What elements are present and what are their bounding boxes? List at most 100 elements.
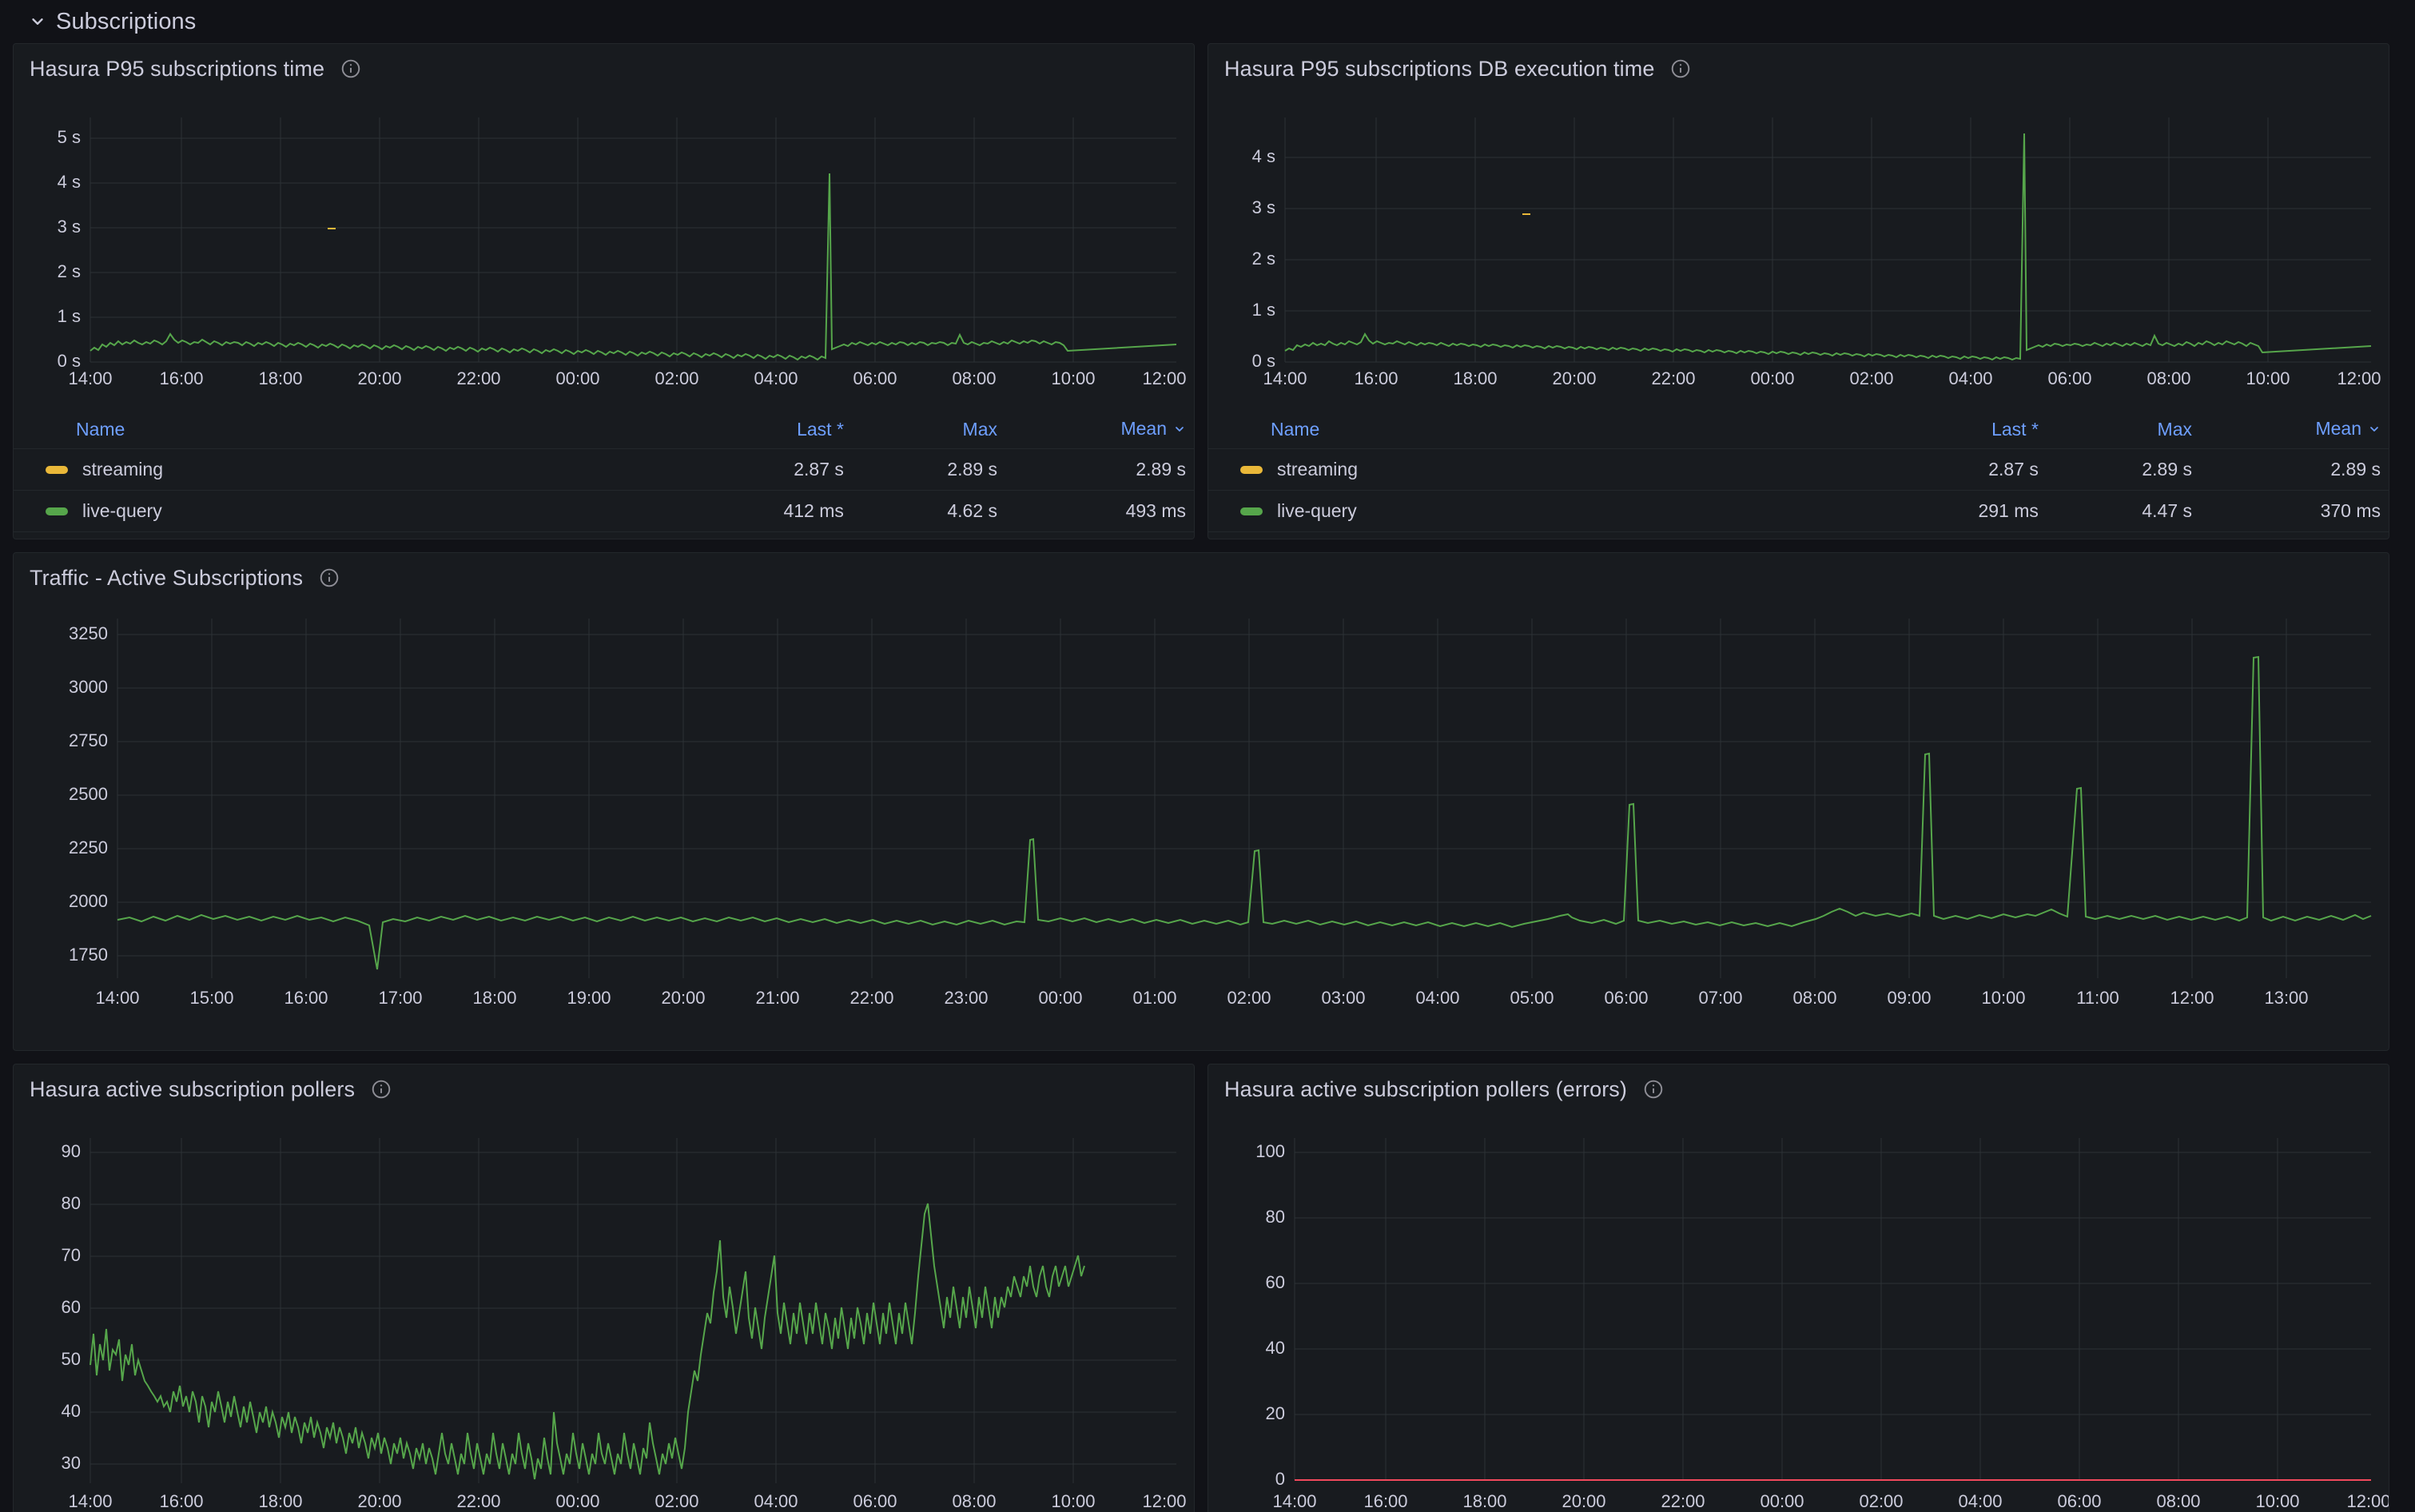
legend-value-max: 2.89 s — [2046, 448, 2200, 491]
svg-text:16:00: 16:00 — [159, 1491, 203, 1511]
x-axis-labels: 14:00 16:00 18:00 20:00 22:00 00:00 02:0… — [68, 1491, 1186, 1511]
svg-text:09:00: 09:00 — [1887, 988, 1931, 1008]
svg-text:18:00: 18:00 — [258, 368, 302, 388]
svg-text:06:00: 06:00 — [853, 368, 897, 388]
legend-series-name-cell[interactable]: live-query — [1208, 490, 1870, 533]
chart-active-subscription-pollers-errors[interactable]: 100 80 60 40 20 0 14:00 16:00 18:00 20:0… — [1208, 1114, 2389, 1512]
svg-text:70: 70 — [62, 1245, 81, 1265]
legend-value-last: 412 ms — [674, 490, 852, 533]
svg-text:23:00: 23:00 — [944, 988, 988, 1008]
chevron-down-icon — [2368, 419, 2381, 440]
svg-text:12:00: 12:00 — [1142, 368, 1186, 388]
svg-text:08:00: 08:00 — [952, 368, 996, 388]
legend-series-name-cell[interactable]: streaming — [14, 448, 675, 491]
svg-text:00:00: 00:00 — [1750, 368, 1794, 388]
gridlines — [90, 1138, 1176, 1484]
svg-text:20:00: 20:00 — [357, 368, 401, 388]
legend-value-mean: 370 ms — [2200, 490, 2389, 533]
legend-col-mean[interactable]: Mean — [1005, 413, 1194, 449]
panel-row-3: Hasura active subscription pollers 90 80… — [13, 1064, 2402, 1512]
legend-value-max: 4.62 s — [851, 490, 1005, 533]
chart-active-subscription-pollers[interactable]: 90 80 70 60 50 40 30 14:00 16:00 18:00 2… — [14, 1114, 1194, 1512]
panel-active-subscription-pollers-errors: Hasura active subscription pollers (erro… — [1208, 1064, 2389, 1512]
chevron-down-icon[interactable] — [29, 13, 46, 30]
svg-text:1 s: 1 s — [1252, 300, 1275, 320]
panel-title: Traffic - Active Subscriptions — [30, 565, 304, 590]
table-row[interactable]: streaming 2.87 s 2.89 s 2.89 s — [1208, 448, 2389, 491]
table-row[interactable]: live-query 412 ms 4.62 s 493 ms — [14, 490, 1194, 533]
info-circle-icon[interactable] — [1670, 58, 1691, 79]
legend-col-name[interactable]: Name — [14, 413, 674, 449]
legend-series-name-cell[interactable]: live-query — [14, 490, 675, 533]
series-color-swatch — [46, 507, 68, 515]
svg-text:16:00: 16:00 — [1354, 368, 1398, 388]
svg-text:08:00: 08:00 — [952, 1491, 996, 1511]
legend-col-name[interactable]: Name — [1208, 413, 1869, 449]
svg-text:3 s: 3 s — [58, 217, 81, 237]
legend-col-mean[interactable]: Mean — [2200, 413, 2389, 449]
y-axis-labels: 100 80 60 40 20 0 — [1255, 1141, 1285, 1489]
svg-text:4 s: 4 s — [1252, 146, 1275, 166]
legend-value-mean: 493 ms — [1005, 490, 1194, 533]
x-axis-labels: 14:00 15:00 16:00 17:00 18:00 19:00 20:0… — [95, 988, 2308, 1008]
svg-text:80: 80 — [62, 1193, 81, 1213]
y-axis-labels: 5 s 4 s 3 s 2 s 1 s 0 s — [58, 127, 81, 371]
svg-text:03:00: 03:00 — [1321, 988, 1365, 1008]
svg-text:21:00: 21:00 — [755, 988, 799, 1008]
svg-text:13:00: 13:00 — [2264, 988, 2308, 1008]
chart-svg: 90 80 70 60 50 40 30 14:00 16:00 18:00 2… — [62, 1138, 1187, 1511]
panel-title: Hasura P95 subscriptions time — [30, 56, 325, 81]
info-circle-icon[interactable] — [340, 58, 361, 79]
svg-text:22:00: 22:00 — [456, 368, 500, 388]
x-axis-labels: 14:00 16:00 18:00 20:00 22:00 00:00 02:0… — [1263, 368, 2381, 388]
info-circle-icon[interactable] — [371, 1079, 392, 1100]
svg-text:02:00: 02:00 — [654, 368, 698, 388]
svg-text:17:00: 17:00 — [378, 988, 422, 1008]
svg-text:60: 60 — [1266, 1272, 1285, 1292]
series-active-subscriptions — [117, 657, 2371, 969]
svg-text:02:00: 02:00 — [1859, 1491, 1903, 1511]
legend-value-last: 2.87 s — [1869, 448, 2047, 491]
row-header-subscriptions[interactable]: Subscriptions — [13, 0, 2402, 43]
panel-traffic-active-subscriptions: Traffic - Active Subscriptions 3250 3000… — [13, 552, 2389, 1052]
legend-series-name-cell[interactable]: streaming — [1208, 448, 1870, 491]
panel-title: Hasura P95 subscriptions DB execution ti… — [1224, 56, 1655, 81]
svg-text:80: 80 — [1266, 1207, 1285, 1227]
y-axis-labels: 90 80 70 60 50 40 30 — [62, 1141, 81, 1473]
legend-col-last[interactable]: Last * — [674, 413, 852, 449]
table-row[interactable]: live-query 291 ms 4.47 s 370 ms — [1208, 490, 2389, 533]
y-axis-labels: 4 s 3 s 2 s 1 s 0 s — [1252, 146, 1275, 371]
legend-value-mean: 2.89 s — [2200, 448, 2389, 491]
legend-col-last[interactable]: Last * — [1869, 413, 2047, 449]
svg-text:15:00: 15:00 — [189, 988, 233, 1008]
chart-traffic-active-subscriptions[interactable]: 3250 3000 2750 2500 2250 2000 1750 14:00… — [14, 603, 2389, 1050]
chart-p95-subscriptions-db-execution-time[interactable]: 4 s 3 s 2 s 1 s 0 s 14:00 16:00 18:00 20… — [1208, 94, 2389, 413]
svg-text:18:00: 18:00 — [472, 988, 516, 1008]
legend-series-name: live-query — [1277, 500, 1357, 522]
svg-text:02:00: 02:00 — [654, 1491, 698, 1511]
svg-text:0: 0 — [1275, 1469, 1285, 1489]
svg-text:10:00: 10:00 — [1981, 988, 2025, 1008]
svg-text:2500: 2500 — [69, 784, 108, 804]
chart-svg: 4 s 3 s 2 s 1 s 0 s 14:00 16:00 18:00 20… — [1252, 117, 2381, 388]
series-color-swatch — [1240, 507, 1263, 515]
grafana-dashboard: Subscriptions Hasura P95 subscriptions t… — [0, 0, 2415, 1512]
legend-series-name: streaming — [1277, 459, 1358, 480]
series-pollers — [90, 1204, 1084, 1479]
svg-text:22:00: 22:00 — [456, 1491, 500, 1511]
panel-title: Hasura active subscription pollers — [30, 1076, 356, 1101]
chart-p95-subscriptions-time[interactable]: 5 s 4 s 3 s 2 s 1 s 0 s 14:00 16:00 18:0… — [14, 94, 1194, 413]
svg-text:20:00: 20:00 — [1562, 1491, 1605, 1511]
info-circle-icon[interactable] — [319, 567, 340, 588]
svg-text:50: 50 — [62, 1349, 81, 1369]
legend-col-max[interactable]: Max — [852, 413, 1005, 449]
svg-text:06:00: 06:00 — [2047, 368, 2091, 388]
series-live-query — [1285, 133, 2371, 360]
table-row[interactable]: streaming 2.87 s 2.89 s 2.89 s — [14, 448, 1194, 491]
info-circle-icon[interactable] — [1643, 1079, 1664, 1100]
legend-p95-subscriptions-time: Name Last * Max Mean streaming 2.87 s 2.… — [14, 413, 1194, 539]
svg-text:04:00: 04:00 — [1415, 988, 1459, 1008]
svg-text:16:00: 16:00 — [1363, 1491, 1407, 1511]
svg-text:3 s: 3 s — [1252, 197, 1275, 217]
legend-col-max[interactable]: Max — [2047, 413, 2200, 449]
